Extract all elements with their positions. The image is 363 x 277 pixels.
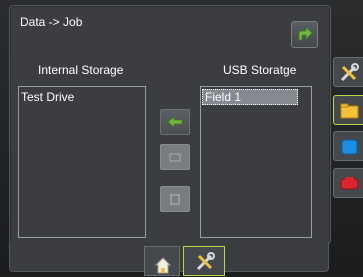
dialog-title: Data -> Job <box>20 15 83 29</box>
red-tractor-icon <box>340 177 359 190</box>
wrench-screwdriver-icon <box>340 63 359 82</box>
list-item[interactable]: Test Drive <box>21 90 74 104</box>
edit-icon <box>169 153 181 162</box>
trash-icon <box>170 194 180 205</box>
return-button[interactable] <box>291 21 318 48</box>
list-item-selected[interactable]: Field 1 <box>202 89 298 105</box>
bottom-tab-tools[interactable] <box>183 246 225 276</box>
data-job-dialog: Data -> Job Internal Storage USB Storatg… <box>9 5 331 244</box>
internal-storage-label: Internal Storage <box>38 63 124 77</box>
return-arrow-icon <box>298 26 313 41</box>
blue-square-icon <box>341 139 358 155</box>
side-tab-blue[interactable] <box>333 131 363 161</box>
side-tab-red[interactable] <box>333 168 363 198</box>
home-icon <box>154 257 172 274</box>
usb-storage-list[interactable]: Field 1 <box>200 86 312 238</box>
usb-storage-label: USB Storatge <box>223 63 297 77</box>
side-tab-tools[interactable] <box>333 57 363 87</box>
bottom-tab-home[interactable] <box>144 246 180 276</box>
delete-button[interactable] <box>160 186 190 212</box>
internal-storage-list[interactable]: Test Drive <box>18 86 146 238</box>
left-arrow-icon <box>167 116 183 128</box>
folder-icon <box>340 103 359 119</box>
edit-button[interactable] <box>160 144 190 170</box>
side-tab-data[interactable] <box>333 95 363 125</box>
tools-icon <box>196 252 215 271</box>
copy-to-internal-button[interactable] <box>160 109 190 135</box>
